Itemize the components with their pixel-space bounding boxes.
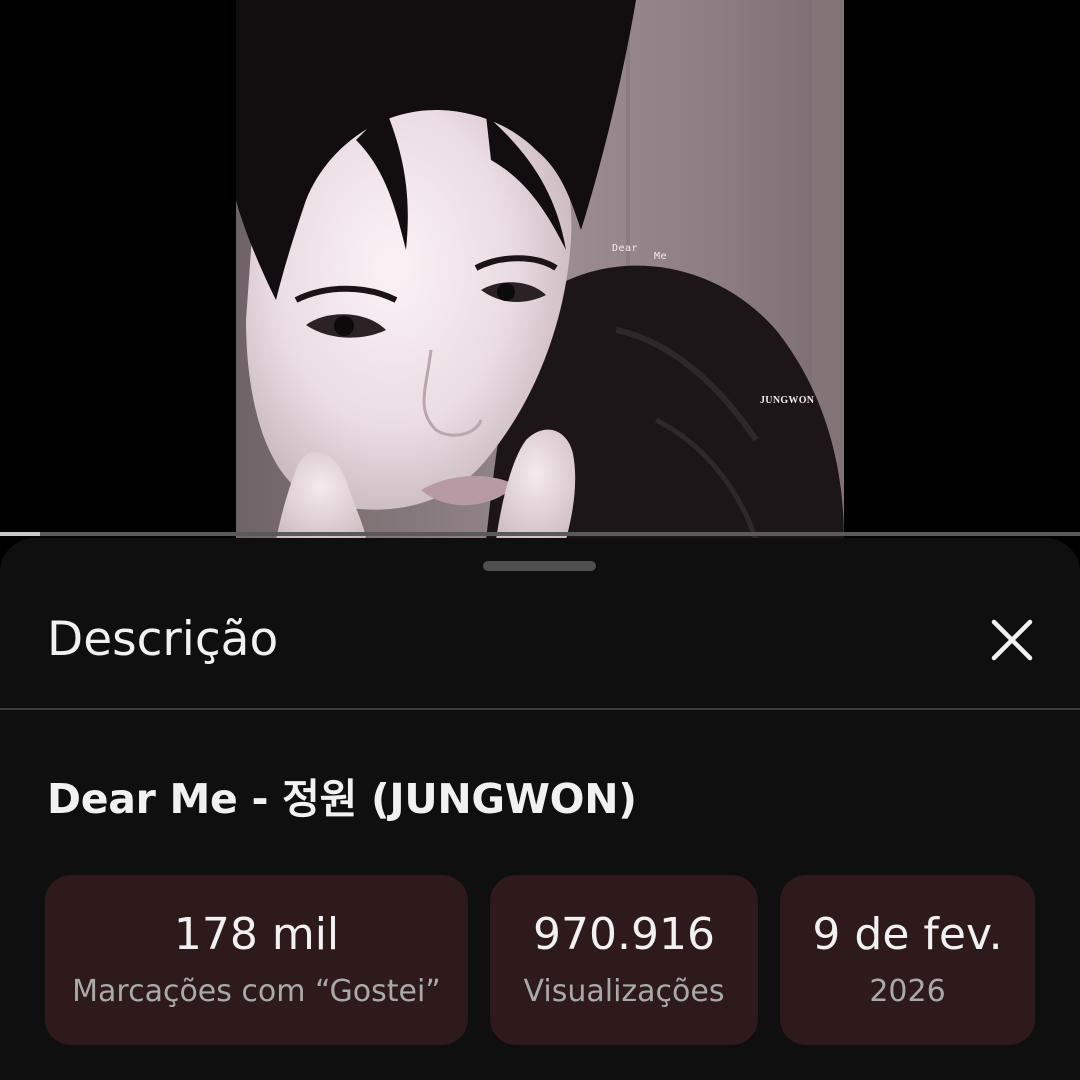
views-count: 970.916 [533, 909, 715, 960]
thumbnail-text-dear: Dear [612, 243, 639, 254]
views-stat-card: 970.916 Visualizações [490, 875, 758, 1045]
views-label: Visualizações [523, 974, 725, 1009]
publish-year: 2026 [869, 974, 946, 1009]
thumbnail-text-me: Me [654, 251, 668, 262]
sheet-divider [0, 708, 1080, 710]
likes-stat-card: 178 mil Marcações com “Gostei” [45, 875, 468, 1045]
video-title: Dear Me - 정원 (JUNGWON) [47, 775, 637, 823]
close-icon [991, 619, 1033, 661]
video-progress-bar[interactable] [0, 532, 1080, 536]
publish-date: 9 de fev. [812, 909, 1003, 960]
video-thumbnail: Dear Me JUNGWON [236, 0, 844, 540]
sheet-title: Descrição [47, 612, 279, 667]
likes-count: 178 mil [173, 909, 340, 960]
video-progress-fill [0, 532, 40, 536]
likes-label: Marcações com “Gostei” [72, 974, 441, 1009]
thumbnail-text-artist: JUNGWON [760, 395, 815, 406]
close-button[interactable] [982, 610, 1042, 670]
sheet-drag-handle[interactable] [483, 561, 596, 571]
description-sheet: Descrição Dear Me - 정원 (JUNGWON) 178 mil… [0, 538, 1080, 1080]
date-stat-card: 9 de fev. 2026 [780, 875, 1035, 1045]
thumbnail-photo [236, 0, 844, 540]
video-player[interactable]: Dear Me JUNGWON [0, 0, 1080, 540]
